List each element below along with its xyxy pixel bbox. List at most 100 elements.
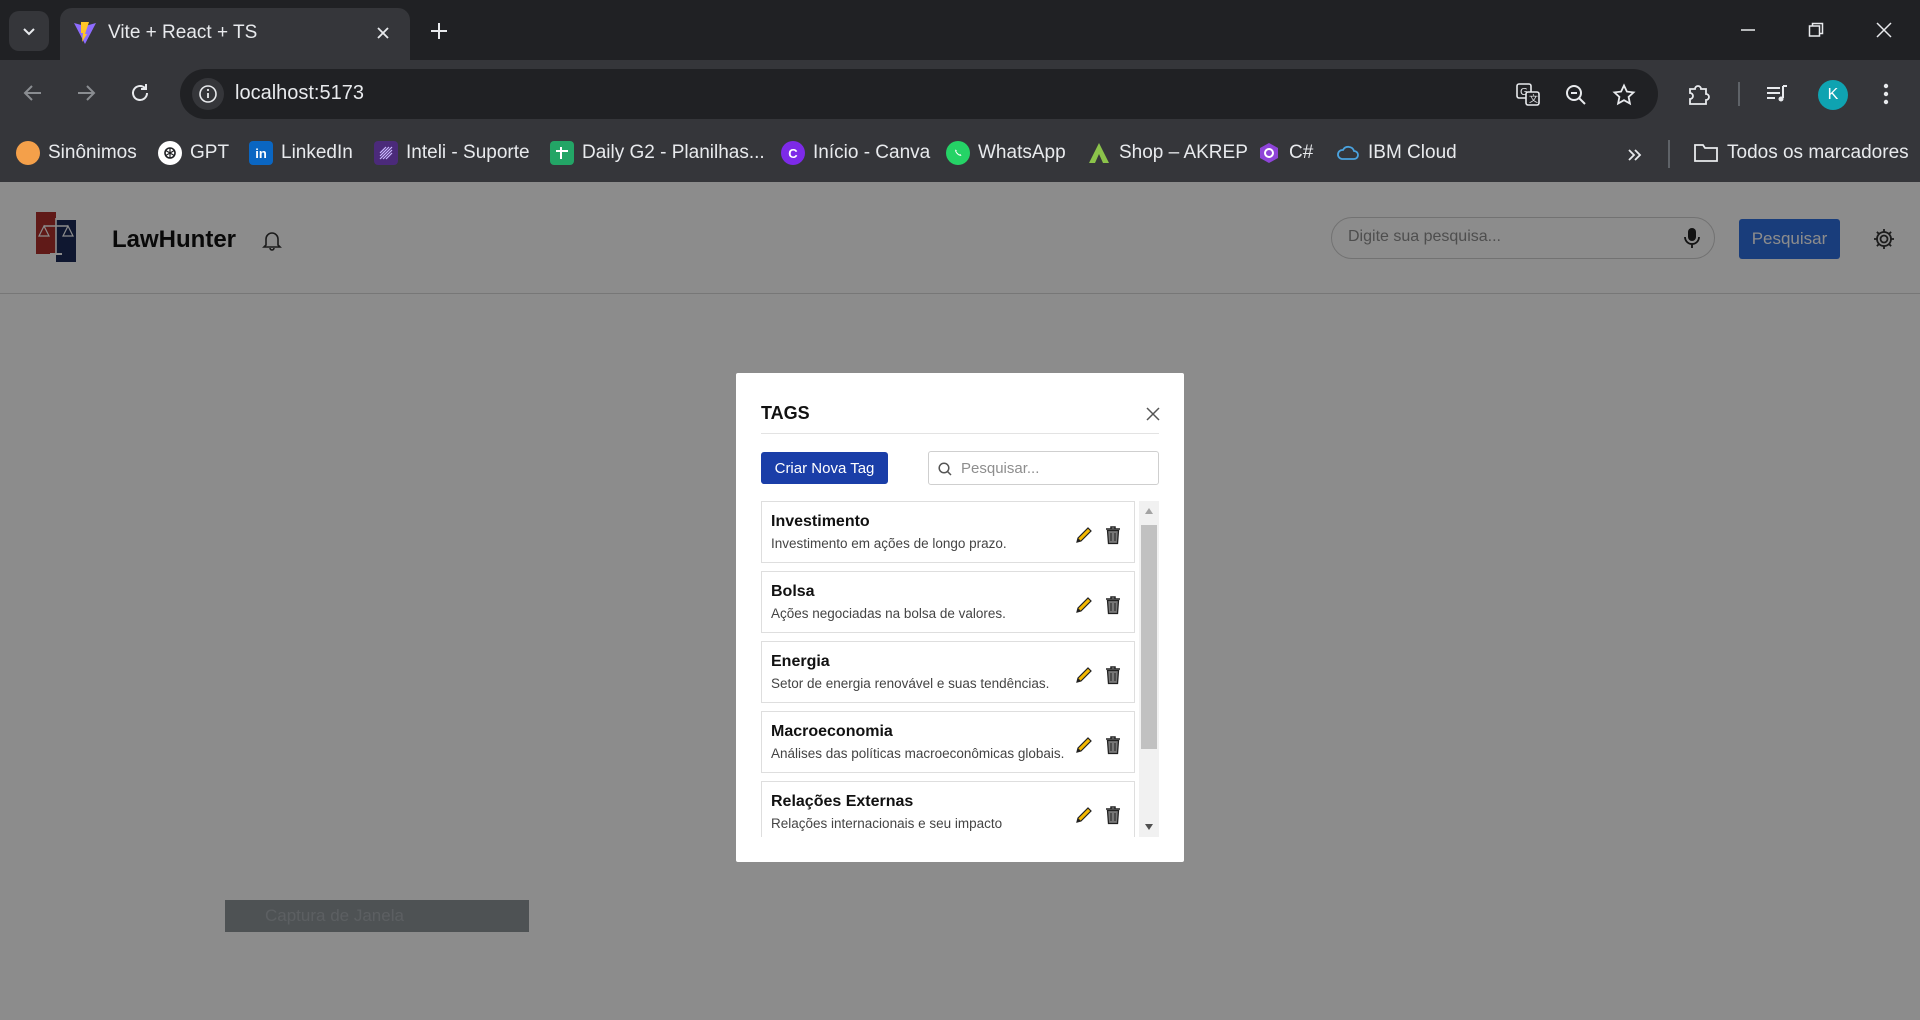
create-tag-button[interactable]: Criar Nova Tag xyxy=(761,452,888,484)
new-tab-button[interactable] xyxy=(424,16,454,46)
delete-tag-button[interactable] xyxy=(1102,663,1124,687)
bookmark-gpt[interactable]: GPT xyxy=(158,136,229,170)
profile-avatar[interactable]: K xyxy=(1818,80,1848,110)
tag-item: Investimento Investimento em ações de lo… xyxy=(761,501,1135,563)
media-control-button[interactable] xyxy=(1760,77,1794,111)
tag-list-scrollbar[interactable] xyxy=(1139,501,1159,837)
tab-title: Vite + React + TS xyxy=(108,22,258,43)
chevrons-right-icon xyxy=(1628,149,1642,161)
bookmarks-divider xyxy=(1668,140,1670,168)
toolbar-divider xyxy=(1738,82,1740,106)
scroll-down-button[interactable] xyxy=(1139,817,1159,837)
forward-button[interactable] xyxy=(68,75,104,111)
tag-description: Relações internacionais e seu impacto xyxy=(771,816,1003,831)
scrollbar-thumb[interactable] xyxy=(1141,525,1157,749)
bookmark-daily-g2[interactable]: Daily G2 - Planilhas... xyxy=(550,136,765,170)
whatsapp-icon xyxy=(946,141,970,165)
delete-tag-button[interactable] xyxy=(1102,593,1124,617)
delete-tag-button[interactable] xyxy=(1102,733,1124,757)
tab-search-button[interactable] xyxy=(9,11,49,51)
edit-tag-button[interactable] xyxy=(1072,733,1096,757)
tag-list[interactable]: Investimento Investimento em ações de lo… xyxy=(761,501,1159,837)
bookmark-whatsapp[interactable]: WhatsApp xyxy=(946,136,1066,170)
arrow-left-icon xyxy=(23,85,41,101)
all-bookmarks-label: Todos os marcadores xyxy=(1727,142,1909,163)
all-bookmarks-button[interactable]: Todos os marcadores xyxy=(1693,136,1909,170)
tag-name: Energia xyxy=(771,653,830,670)
akrep-icon xyxy=(1087,141,1111,165)
close-icon xyxy=(377,27,389,39)
tag-search-box xyxy=(928,451,1159,485)
edit-tag-button[interactable] xyxy=(1072,663,1096,687)
bookmark-label: Inteli - Suporte xyxy=(406,142,530,163)
minimize-icon xyxy=(1741,29,1755,31)
info-icon xyxy=(199,85,217,103)
bookmark-ibm-cloud[interactable]: IBM Cloud xyxy=(1336,136,1457,170)
back-button[interactable] xyxy=(15,75,51,111)
vite-icon xyxy=(74,22,96,44)
modal-divider xyxy=(761,433,1159,434)
plus-icon xyxy=(431,23,447,39)
trash-icon xyxy=(1106,666,1120,685)
bookmark-linkedin[interactable]: in LinkedIn xyxy=(249,136,353,170)
inteli-icon xyxy=(374,141,398,165)
bookmark-csharp[interactable]: C# xyxy=(1257,136,1313,170)
tags-modal: TAGS Criar Nova Tag Investimento Investi… xyxy=(736,373,1184,862)
browser-menu-button[interactable] xyxy=(1869,77,1903,111)
tag-description: Análises das políticas macroeconômicas g… xyxy=(771,746,1065,761)
translate-icon: G文 xyxy=(1516,83,1540,106)
translate-button[interactable]: G文 xyxy=(1513,80,1543,110)
linkedin-icon: in xyxy=(249,141,273,165)
openai-icon xyxy=(158,141,182,165)
edit-tag-button[interactable] xyxy=(1072,523,1096,547)
bookmark-akrep[interactable]: Shop – AKREP xyxy=(1087,136,1248,170)
browser-tabstrip: Vite + React + TS xyxy=(0,0,1920,60)
edit-tag-button[interactable] xyxy=(1072,803,1096,827)
bookmark-label: GPT xyxy=(190,142,230,163)
tag-item: Bolsa Ações negociadas na bolsa de valor… xyxy=(761,571,1135,633)
arrow-right-icon xyxy=(78,85,96,101)
extensions-button[interactable] xyxy=(1682,77,1716,111)
minimize-button[interactable] xyxy=(1724,12,1772,48)
bookmark-label: LinkedIn xyxy=(281,142,353,163)
chevron-down-icon xyxy=(23,28,35,36)
bookmark-sinonimos[interactable]: Sinônimos xyxy=(16,136,137,170)
kebab-menu-icon xyxy=(1883,83,1889,105)
tag-item: Energia Setor de energia renovável e sua… xyxy=(761,641,1135,703)
tab-close-button[interactable] xyxy=(370,20,396,46)
trash-icon xyxy=(1106,736,1120,755)
media-queue-icon xyxy=(1767,85,1787,102)
search-icon xyxy=(938,462,952,476)
puzzle-icon xyxy=(1689,85,1710,105)
bookmark-inteli[interactable]: Inteli - Suporte xyxy=(374,136,530,170)
browser-tab[interactable]: Vite + React + TS xyxy=(60,8,410,60)
trash-icon xyxy=(1106,526,1120,545)
bookmark-star-button[interactable] xyxy=(1609,80,1639,110)
tag-name: Investimento xyxy=(771,513,870,530)
svg-text:文: 文 xyxy=(1529,93,1538,105)
delete-tag-button[interactable] xyxy=(1102,523,1124,547)
close-icon xyxy=(1146,407,1160,421)
bookmarks-overflow-button[interactable] xyxy=(1620,140,1650,170)
tag-search-input[interactable] xyxy=(961,460,1151,477)
star-icon xyxy=(1612,83,1636,106)
delete-tag-button[interactable] xyxy=(1102,803,1124,827)
bookmark-canva[interactable]: C Início - Canva xyxy=(781,136,930,170)
reload-button[interactable] xyxy=(122,75,158,111)
zoom-button[interactable] xyxy=(1561,80,1591,110)
modal-close-button[interactable] xyxy=(1142,403,1164,425)
scroll-up-button[interactable] xyxy=(1139,501,1159,521)
url-text: localhost:5173 xyxy=(235,82,364,104)
tag-name: Relações Externas xyxy=(771,793,914,810)
canva-icon: C xyxy=(781,141,805,165)
restore-button[interactable] xyxy=(1792,12,1840,48)
tag-name: Bolsa xyxy=(771,583,815,600)
triangle-up-icon xyxy=(1145,508,1153,514)
bookmark-label: Início - Canva xyxy=(813,142,931,163)
close-window-button[interactable] xyxy=(1860,12,1908,48)
pencil-icon xyxy=(1076,807,1092,823)
csharp-icon xyxy=(1257,141,1281,165)
address-bar[interactable]: localhost:5173 G文 xyxy=(180,69,1658,119)
edit-tag-button[interactable] xyxy=(1072,593,1096,617)
site-info-button[interactable] xyxy=(192,78,224,110)
